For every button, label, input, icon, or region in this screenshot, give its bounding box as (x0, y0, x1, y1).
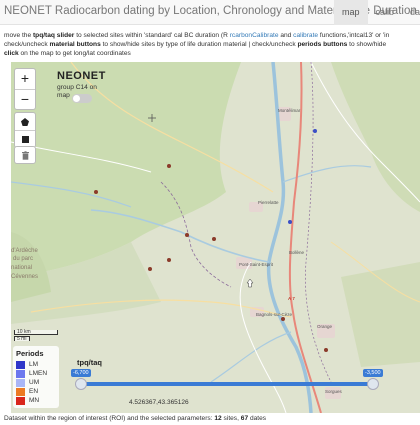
place-label: Bollène (289, 250, 305, 255)
square-icon (21, 135, 29, 143)
map-canvas[interactable]: Montélimar Pierrelatte Bollène Pont-Sain… (11, 62, 420, 413)
place-label: Bagnols-sur-Cèze (256, 312, 293, 317)
scale-km: 10 km (14, 330, 58, 335)
calibrate-link[interactable]: calibrate (293, 32, 318, 39)
coordinates-readout: 4.526367,43.365126 (129, 399, 189, 406)
site-count: 12 (214, 415, 222, 422)
dataset-summary: Dataset within the region of interest (R… (4, 415, 267, 422)
region-label: national (11, 265, 33, 271)
slider-min-handle[interactable] (75, 378, 87, 390)
place-label: Orange (317, 324, 333, 329)
draw-polygon-button[interactable] (15, 113, 35, 130)
legend-swatch (16, 369, 25, 378)
legend-item[interactable]: EN (16, 387, 56, 396)
zoom-control: + − (14, 68, 36, 110)
slider-max-handle[interactable] (367, 378, 379, 390)
legend-item[interactable]: LMEN (16, 369, 56, 378)
legend-item[interactable]: MN (16, 396, 56, 405)
instructions-line-1: move the tpq/taq slider to selected site… (4, 32, 390, 39)
instructions-line-2: check/uncheck material buttons to show/h… (4, 41, 387, 48)
draw-rectangle-button[interactable] (15, 130, 35, 147)
place-label: Montélimar (278, 108, 301, 113)
road-label: A 7 (288, 296, 295, 301)
zoom-out-button[interactable]: − (15, 89, 35, 109)
place-label: Pierrelatte (258, 200, 279, 205)
navbar: NEONET Radiocarbon dating by Location, C… (0, 0, 420, 25)
scale-mi: 5 mi (14, 336, 30, 342)
draw-toolbar (14, 112, 36, 148)
tab-calib[interactable]: calib (368, 0, 403, 25)
tpq-taq-slider-track[interactable] (81, 382, 373, 386)
delete-shape-button[interactable] (14, 146, 36, 164)
map-basemap (11, 62, 420, 413)
legend-swatch (16, 387, 25, 396)
region-label: Cévennes (11, 274, 39, 280)
tab-data[interactable]: data (402, 0, 420, 25)
region-label: du parc (13, 256, 34, 262)
scale-bar: 10 km 5 mi (14, 330, 58, 342)
legend-swatch (16, 396, 25, 405)
calibrate-function-link[interactable]: Calibrate (252, 32, 278, 39)
place-label: Sorgues (325, 389, 342, 394)
slider-max-value: -3,500 (363, 369, 383, 377)
legend-item[interactable]: UM (16, 378, 56, 387)
region-label: d'Ardèche (11, 248, 38, 254)
periods-legend: Periods LM LMEN UM EN MN (13, 346, 59, 408)
zoom-in-button[interactable]: + (15, 69, 35, 89)
pentagon-icon (21, 117, 29, 126)
legend-swatch (16, 378, 25, 387)
nav-tabs: map calib data (334, 0, 420, 25)
slider-label: tpq/taq (77, 358, 102, 367)
slider-min-value: -6,700 (71, 369, 91, 377)
neonet-logo: NEONET (57, 70, 106, 82)
tab-map[interactable]: map (334, 0, 368, 25)
rcarbon-link[interactable]: rcarbon (230, 32, 252, 39)
legend-title: Periods (16, 349, 44, 358)
instructions-line-3: click on the map to get long/lat coordin… (4, 50, 131, 57)
group-c14-toggle[interactable] (72, 94, 92, 103)
legend-item[interactable]: LM (16, 360, 56, 369)
place-label: Pont-Saint-Esprit (239, 262, 274, 267)
legend-swatch (16, 360, 25, 369)
trash-icon (21, 150, 29, 160)
instructions: move the tpq/taq slider to selected site… (4, 31, 420, 58)
